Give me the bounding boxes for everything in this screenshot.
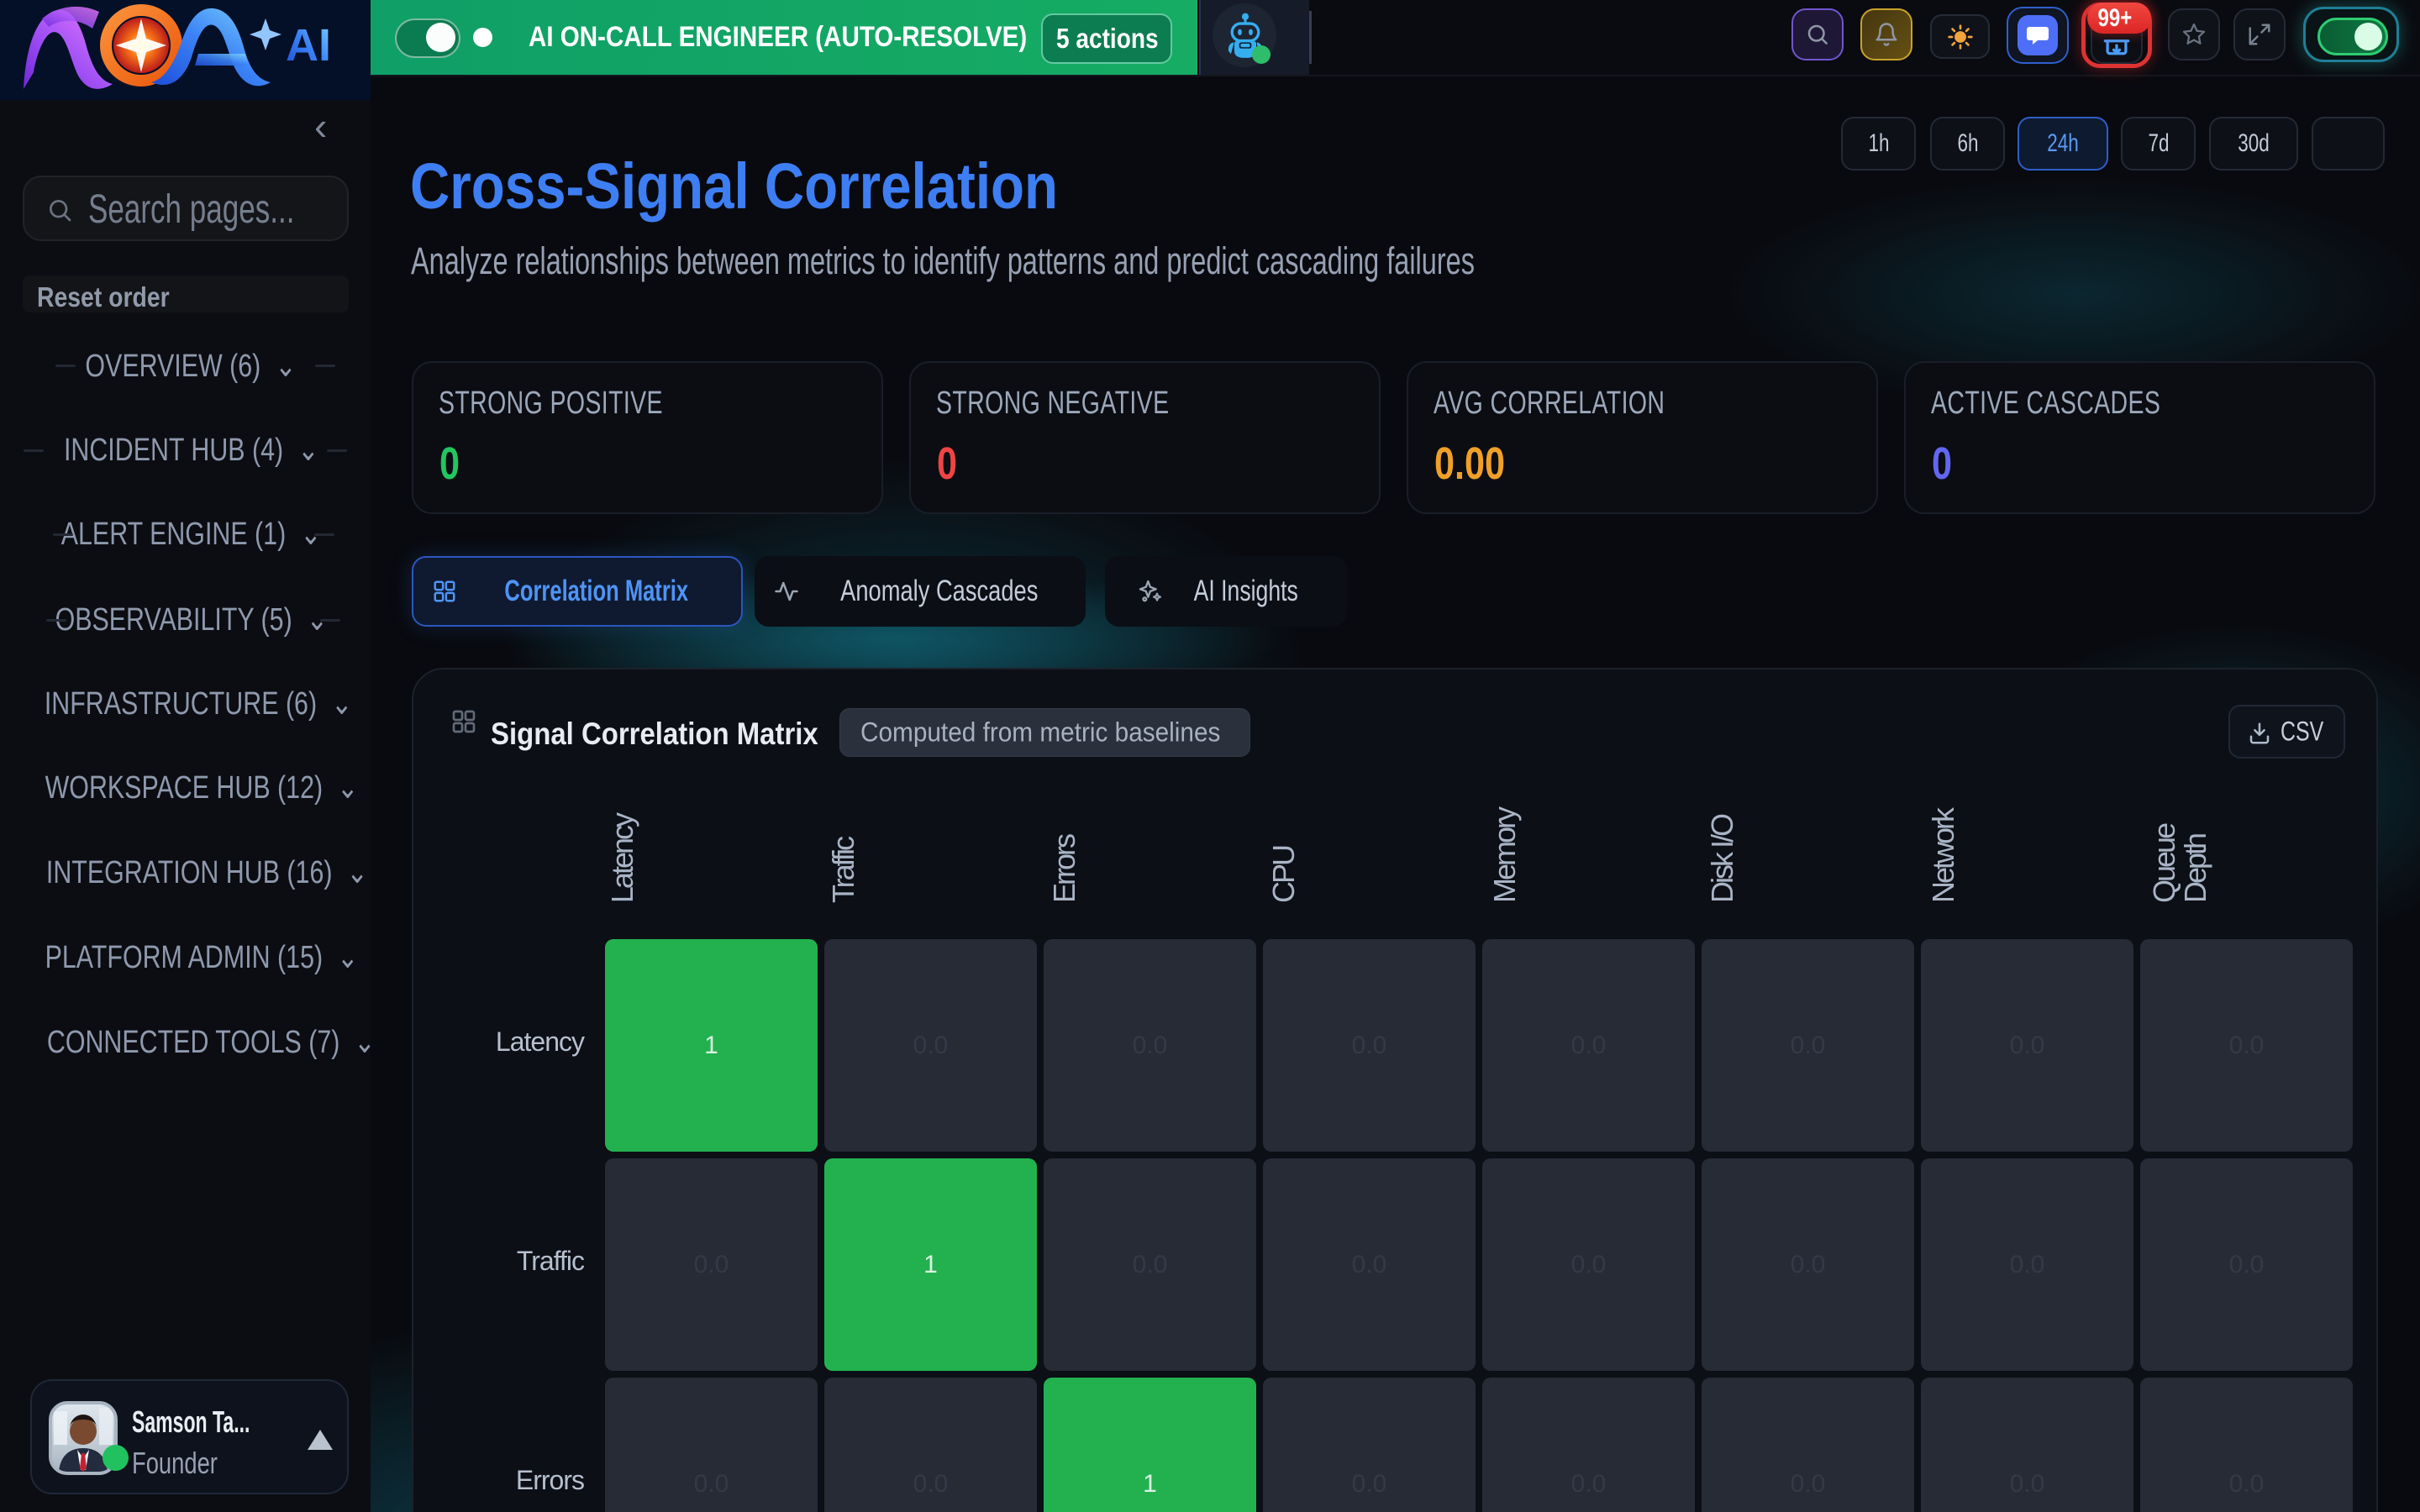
svg-text:AI: AI — [286, 20, 331, 71]
